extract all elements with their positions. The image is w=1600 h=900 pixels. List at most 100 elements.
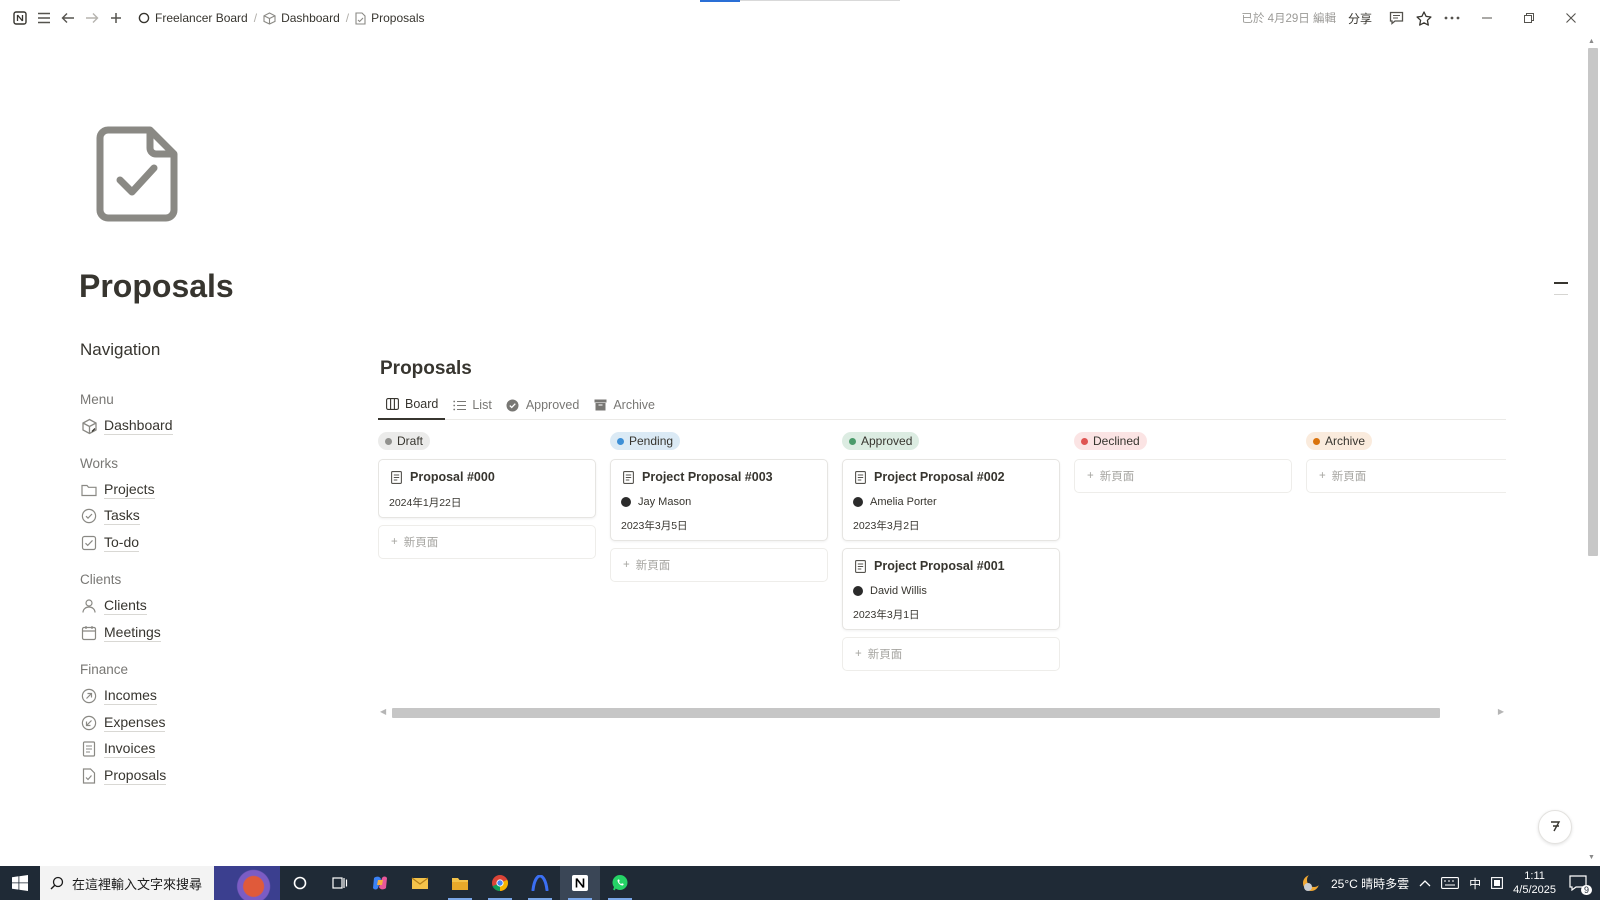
card-date: 2023年3月2日 xyxy=(853,520,920,532)
outline-line xyxy=(1554,294,1568,295)
minimize-icon[interactable] xyxy=(1468,6,1506,30)
nav-item-label: Proposals xyxy=(104,766,167,785)
help-button[interactable] xyxy=(1538,810,1572,844)
scrollbar-thumb[interactable] xyxy=(392,708,1440,718)
board-column-pending: Pending Project Proposal #003 Jay Mason … xyxy=(610,432,828,582)
ime-indicator[interactable]: 中 xyxy=(1469,875,1481,892)
board-card[interactable]: Proposal #000 2024年1月22日 xyxy=(378,459,596,518)
nav-item-dashboard[interactable]: Dashboard xyxy=(80,413,320,440)
nav-item-label: To-do xyxy=(104,533,140,552)
back-arrow-icon[interactable] xyxy=(56,6,80,30)
whatsapp-icon[interactable] xyxy=(600,866,640,900)
notion-logo-icon[interactable] xyxy=(8,6,32,30)
keyboard-icon[interactable] xyxy=(1441,877,1460,889)
new-page-label: 新頁面 xyxy=(1099,471,1135,483)
nav-item-label: Clients xyxy=(104,597,147,616)
new-page-plus-icon[interactable] xyxy=(104,6,128,30)
new-page-button[interactable]: + 新頁面 xyxy=(1074,459,1292,493)
status-label: Declined xyxy=(1093,434,1140,448)
arc-browser-icon[interactable] xyxy=(520,866,560,900)
star-icon[interactable] xyxy=(1412,6,1436,30)
nav-item-invoices[interactable]: Invoices xyxy=(80,736,320,763)
weather-text[interactable]: 25°C 晴時多雲 xyxy=(1331,875,1409,892)
horizontal-scrollbar[interactable]: ◀ ▶ xyxy=(378,706,1506,718)
board-card[interactable]: Project Proposal #003 Jay Mason 2023年3月5… xyxy=(610,459,828,541)
scroll-down-icon[interactable]: ▼ xyxy=(1588,854,1595,861)
board-card[interactable]: Project Proposal #002 Amelia Porter 2023… xyxy=(842,459,1060,541)
taskbar-search[interactable]: 在這裡輸入文字來搜尋 xyxy=(40,866,280,900)
tab-list[interactable]: List xyxy=(445,392,498,418)
file-explorer-icon[interactable] xyxy=(440,866,480,900)
nav-item-incomes[interactable]: Incomes xyxy=(80,683,320,710)
notification-count: 9 xyxy=(1580,885,1592,895)
nav-item-projects[interactable]: Projects xyxy=(80,477,320,504)
board-column-declined: Declined + 新頁面 xyxy=(1074,432,1292,493)
status-pill[interactable]: Archive xyxy=(1306,432,1373,450)
plus-icon: + xyxy=(1087,470,1094,482)
new-page-button[interactable]: + 新頁面 xyxy=(378,525,596,559)
new-page-button[interactable]: + 新頁面 xyxy=(1306,459,1506,493)
chevron-up-icon[interactable] xyxy=(1419,879,1431,887)
new-page-button[interactable]: + 新頁面 xyxy=(842,637,1060,671)
tab-label: Archive xyxy=(613,398,656,412)
loading-indicator xyxy=(700,0,900,2)
notion-app-icon[interactable] xyxy=(560,866,600,900)
breadcrumb-proposals[interactable]: Proposals xyxy=(351,9,428,27)
page-title[interactable]: Proposals xyxy=(79,268,234,305)
status-dot xyxy=(1081,437,1088,445)
board-column-approved: Approved Project Proposal #002 Amelia Po… xyxy=(842,432,1060,671)
status-pill[interactable]: Pending xyxy=(610,432,681,450)
status-pill[interactable]: Declined xyxy=(1074,432,1147,450)
task-view-icon[interactable] xyxy=(320,866,360,900)
nav-item-proposals[interactable]: Proposals xyxy=(80,763,320,790)
archive-icon xyxy=(593,398,607,412)
windows-start-icon[interactable] xyxy=(0,866,40,900)
more-options-icon[interactable] xyxy=(1440,6,1464,30)
share-button[interactable]: 分享 xyxy=(1348,10,1372,27)
vertical-scrollbar[interactable] xyxy=(1588,48,1598,556)
close-icon[interactable] xyxy=(1552,6,1590,30)
breadcrumb-freelancer-board[interactable]: Freelancer Board xyxy=(134,9,252,27)
weather-moon-icon[interactable] xyxy=(1301,873,1321,893)
chrome-icon[interactable] xyxy=(480,866,520,900)
status-dot xyxy=(385,437,392,445)
input-mode-icon[interactable] xyxy=(1491,877,1504,889)
taskbar-clock[interactable]: 1:11 4/5/2025 xyxy=(1513,869,1556,897)
breadcrumb-dashboard[interactable]: Dashboard xyxy=(259,9,344,27)
cortana-icon[interactable] xyxy=(280,866,320,900)
restore-icon[interactable] xyxy=(1510,6,1548,30)
nav-item-meetings[interactable]: Meetings xyxy=(80,620,320,647)
tab-archive[interactable]: Archive xyxy=(586,392,662,418)
nav-section-title: Menu xyxy=(80,392,114,407)
comment-icon[interactable] xyxy=(1384,6,1408,30)
nav-item-clients[interactable]: Clients xyxy=(80,593,320,620)
help-icon xyxy=(1551,821,1561,832)
card-title: Project Proposal #002 xyxy=(874,470,1005,484)
outline-toggle[interactable] xyxy=(1554,282,1568,284)
breadcrumb-label: Freelancer Board xyxy=(155,11,248,25)
tab-label: Approved xyxy=(525,398,580,412)
nav-item-to-do[interactable]: To-do xyxy=(80,530,320,557)
nav-item-label: Dashboard xyxy=(104,417,173,436)
copilot-icon[interactable] xyxy=(360,866,400,900)
notification-center[interactable]: 9 xyxy=(1566,871,1592,895)
new-page-button[interactable]: + 新頁面 xyxy=(610,548,828,582)
tab-approved[interactable]: Approved xyxy=(499,392,587,418)
scroll-right-icon[interactable]: ▶ xyxy=(1498,707,1504,716)
document-check-icon[interactable] xyxy=(96,126,178,222)
board-card[interactable]: Project Proposal #001 David Willis 2023年… xyxy=(842,548,1060,630)
view-tabs: Board List Approved Archive xyxy=(378,392,1506,420)
status-pill[interactable]: Approved xyxy=(842,432,920,450)
nav-item-expenses[interactable]: Expenses xyxy=(80,710,320,737)
board-column-archive: Archive + 新頁面 xyxy=(1306,432,1506,493)
sidebar-menu-icon[interactable] xyxy=(32,6,56,30)
status-pill[interactable]: Draft xyxy=(378,432,431,450)
forward-arrow-icon[interactable] xyxy=(80,6,104,30)
card-date: 2023年3月1日 xyxy=(853,609,920,621)
scroll-up-icon[interactable]: ▲ xyxy=(1588,38,1595,45)
mail-icon[interactable] xyxy=(400,866,440,900)
database-title[interactable]: Proposals xyxy=(380,358,472,380)
nav-item-tasks[interactable]: Tasks xyxy=(80,503,320,530)
scroll-left-icon[interactable]: ◀ xyxy=(380,707,386,716)
tab-board[interactable]: Board xyxy=(378,392,446,420)
